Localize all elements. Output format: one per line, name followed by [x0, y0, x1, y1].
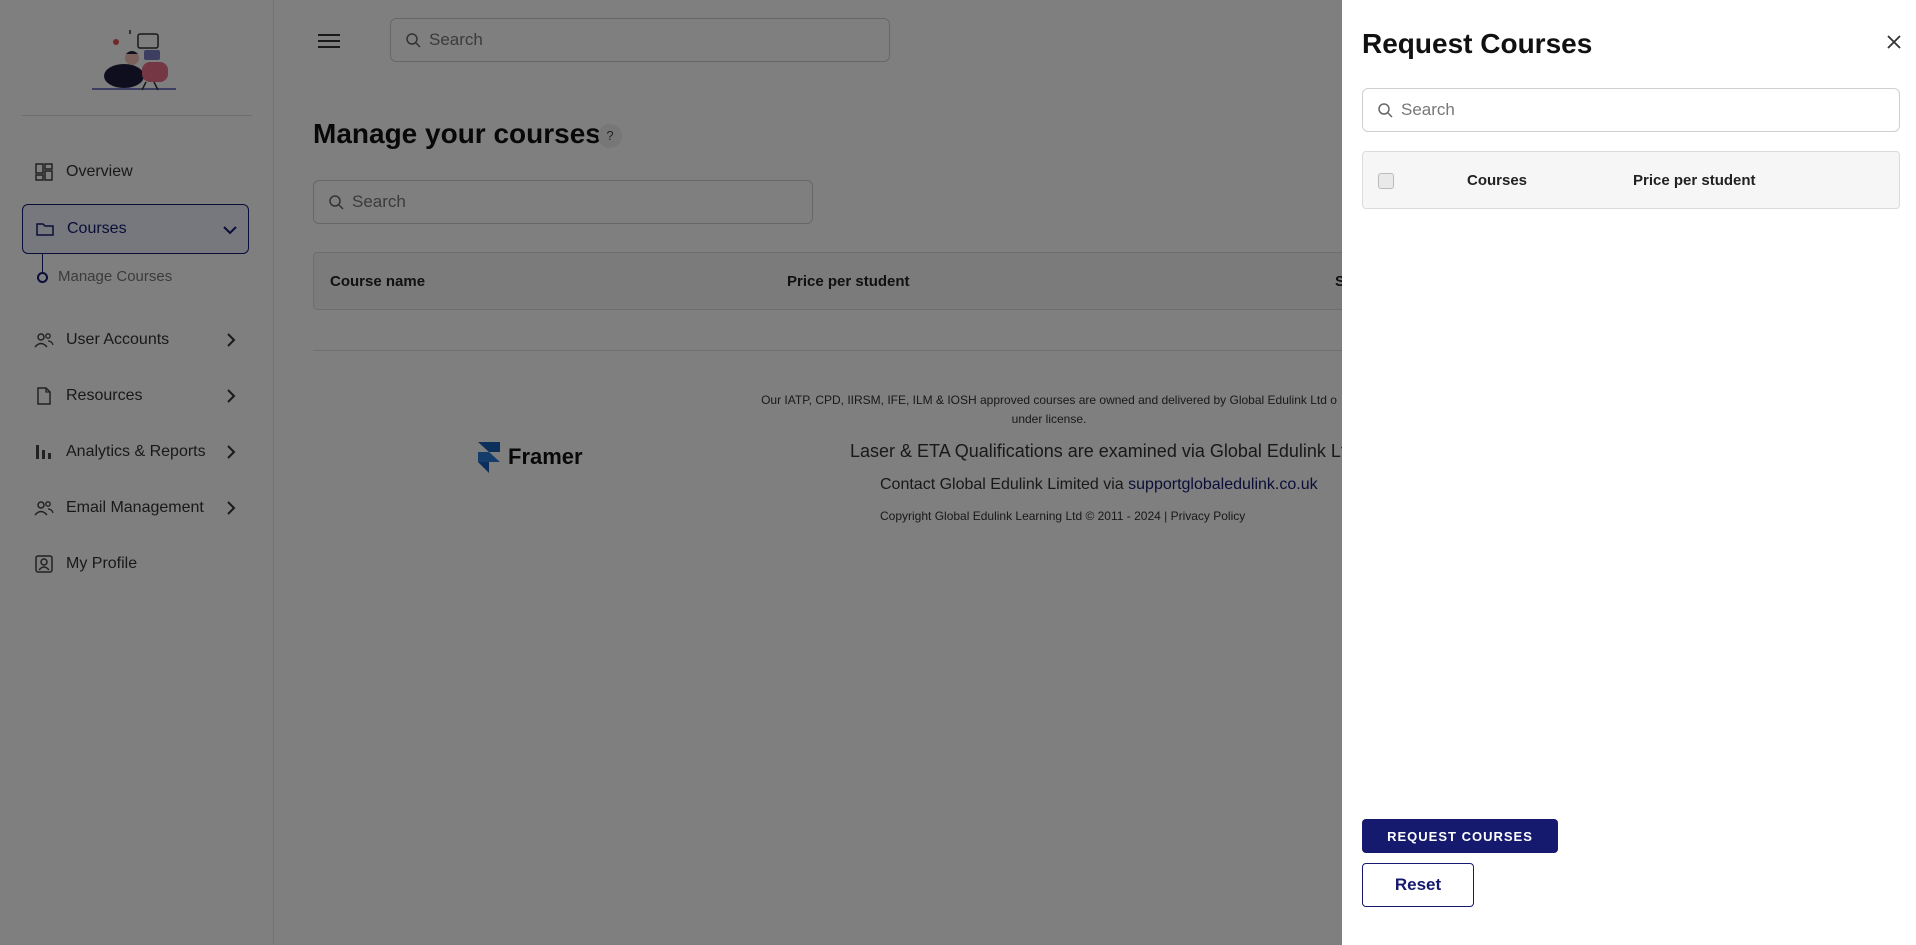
request-courses-drawer: Request Courses Courses Price per studen…: [1342, 0, 1916, 945]
column-header-courses[interactable]: Courses: [1467, 172, 1527, 189]
reset-button[interactable]: Reset: [1362, 863, 1474, 907]
request-courses-button[interactable]: REQUEST COURSES: [1362, 819, 1558, 853]
select-all-checkbox[interactable]: [1378, 173, 1394, 189]
search-icon: [1378, 103, 1393, 118]
drawer-table-header: Courses Price per student: [1362, 151, 1900, 209]
drawer-search[interactable]: [1362, 88, 1900, 132]
close-icon[interactable]: [1886, 34, 1902, 50]
drawer-title: Request Courses: [1362, 28, 1593, 59]
column-header-price[interactable]: Price per student: [1633, 172, 1756, 189]
drawer-search-input[interactable]: [1401, 100, 1871, 120]
